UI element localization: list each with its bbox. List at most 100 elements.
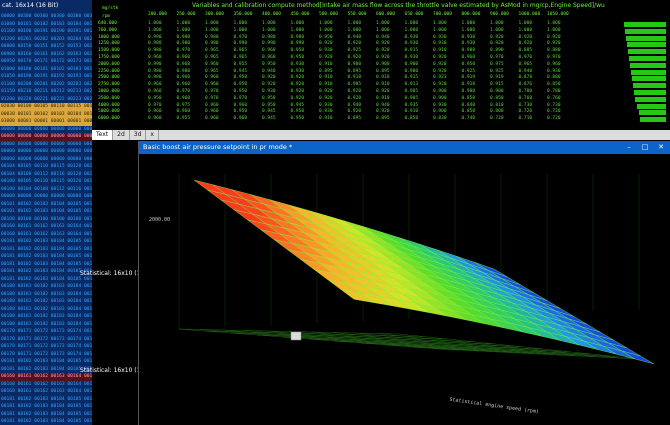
table-cell[interactable]: 0.950 [234, 82, 248, 87]
table-cell[interactable]: 0.960 [205, 109, 219, 114]
table-cell[interactable]: 0.990 [291, 41, 305, 46]
table-cell[interactable]: 0.940 [348, 103, 362, 108]
table-cell[interactable]: 0.876 [519, 82, 533, 87]
table-cell[interactable]: 0.935 [405, 103, 419, 108]
table-cell[interactable]: 0.920 [348, 96, 362, 101]
table-cell[interactable]: 0.970 [234, 35, 248, 40]
table-cell[interactable]: 0.920 [348, 41, 362, 46]
table-cell[interactable]: 0.960 [205, 82, 219, 87]
table-cell[interactable]: 0.920 [291, 89, 305, 94]
table-cell[interactable]: 0.965 [519, 62, 533, 67]
table-cell[interactable]: 0.960 [547, 62, 561, 67]
table-cell[interactable]: 0.880 [547, 48, 561, 53]
table-cell[interactable]: 0.740 [462, 116, 476, 121]
table-cell[interactable]: 0.950 [234, 109, 248, 114]
table-cell[interactable]: 0.950 [462, 62, 476, 67]
table-cell[interactable]: 0.960 [262, 55, 276, 60]
table-cell[interactable]: 0.920 [433, 62, 447, 67]
table-cell[interactable]: 0.760 [547, 96, 561, 101]
table-cell[interactable]: 0.760 [519, 96, 533, 101]
table-cell[interactable]: 0.980 [148, 48, 162, 53]
table-cell[interactable]: 1.000 [405, 21, 419, 26]
minimize-button[interactable]: – [623, 141, 635, 154]
table-cell[interactable]: 0.920 [376, 89, 390, 94]
table-cell[interactable]: 0.920 [348, 89, 362, 94]
table-cell[interactable]: 0.923 [433, 75, 447, 80]
table-cell[interactable]: 0.960 [177, 82, 191, 87]
table-cell[interactable]: 0.920 [433, 82, 447, 87]
table-cell[interactable]: 1.000 [234, 21, 248, 26]
table-cell[interactable]: 0.710 [519, 116, 533, 121]
table-cell[interactable]: 0.910 [319, 82, 333, 87]
table-cell[interactable]: 1.000 [490, 28, 504, 33]
table-cell[interactable]: 0.920 [291, 96, 305, 101]
table-cell[interactable]: 0.720 [547, 116, 561, 121]
table-cell[interactable]: 1.000 [462, 21, 476, 26]
selected-cell-marker[interactable] [290, 331, 302, 341]
table-cell[interactable]: 0.965 [234, 55, 248, 60]
table-cell[interactable]: 0.970 [490, 55, 504, 60]
hex-lines[interactable]: 00000 00300 00300 00300 00300 00300 01080… [0, 13, 92, 425]
table-cell[interactable]: 0.930 [319, 103, 333, 108]
table-cell[interactable]: 0.920 [291, 75, 305, 80]
table-cell[interactable]: 1.000 [262, 21, 276, 26]
table-cell[interactable]: 0.895 [319, 69, 333, 74]
table-cell[interactable]: 0.980 [205, 35, 219, 40]
table-cell[interactable]: 0.940 [376, 35, 390, 40]
table-cell[interactable]: 0.919 [490, 75, 504, 80]
table-cell[interactable]: 0.960 [262, 48, 276, 53]
table-cell[interactable]: 1.000 [348, 28, 362, 33]
table-cell[interactable]: 0.920 [547, 41, 561, 46]
table-cell[interactable]: 0.918 [376, 75, 390, 80]
table-cell[interactable]: 0.925 [348, 48, 362, 53]
table-cell[interactable]: 0.965 [205, 48, 219, 53]
table-cell[interactable]: 0.920 [519, 35, 533, 40]
table-cell[interactable]: 0.940 [262, 69, 276, 74]
table-cell[interactable]: 1.000 [205, 28, 219, 33]
table-cell[interactable]: 0.900 [405, 69, 419, 74]
table-cell[interactable]: 0.958 [291, 48, 305, 53]
table-cell[interactable]: 0.730 [547, 103, 561, 108]
table-cell[interactable]: 0.850 [547, 82, 561, 87]
table-cell[interactable]: 0.895 [348, 116, 362, 121]
table-cell[interactable]: 0.970 [234, 96, 248, 101]
table-cell[interactable]: 0.975 [490, 62, 504, 67]
table-cell[interactable]: 0.960 [205, 75, 219, 80]
table-cell[interactable]: 0.880 [547, 75, 561, 80]
table-cell[interactable]: 0.915 [490, 82, 504, 87]
table-cell[interactable]: 0.980 [291, 35, 305, 40]
maximize-button[interactable]: □ [639, 141, 651, 154]
table-cell[interactable]: 0.720 [490, 116, 504, 121]
table-cell[interactable]: 0.920 [291, 82, 305, 87]
table-cell[interactable]: 1.000 [291, 21, 305, 26]
tab-3d[interactable]: 3d [130, 130, 147, 140]
table-cell[interactable]: 0.895 [376, 116, 390, 121]
table-cell[interactable]: 0.920 [348, 55, 362, 60]
surface-plot[interactable] [139, 154, 670, 425]
table-cell[interactable]: 0.850 [462, 109, 476, 114]
table-cell[interactable]: 0.850 [462, 96, 476, 101]
table-cell[interactable]: 0.965 [205, 69, 219, 74]
table-cell[interactable]: 0.990 [148, 35, 162, 40]
table-cell[interactable]: 0.930 [462, 35, 476, 40]
table-cell[interactable]: 0.950 [148, 96, 162, 101]
table-cell[interactable]: 0.920 [319, 89, 333, 94]
table-cell[interactable]: 0.730 [519, 103, 533, 108]
table-cell[interactable]: 0.910 [319, 75, 333, 80]
table-cell[interactable]: 0.810 [490, 103, 504, 108]
table-cell[interactable]: 0.980 [262, 35, 276, 40]
table-cell[interactable]: 1.000 [234, 28, 248, 33]
table-cell[interactable]: 0.900 [462, 48, 476, 53]
table-cell[interactable]: 1.000 [547, 28, 561, 33]
table-cell[interactable]: 0.930 [319, 109, 333, 114]
table-cell[interactable]: 1.000 [148, 21, 162, 26]
table-cell[interactable]: 0.960 [234, 116, 248, 121]
table-cell[interactable]: 0.960 [177, 75, 191, 80]
table-cell[interactable]: 1.000 [433, 28, 447, 33]
table-cell[interactable]: 1.000 [490, 21, 504, 26]
window-title-bar[interactable]: Basic boost air pressure setpoint in pr … [139, 141, 670, 154]
table-cell[interactable]: 0.940 [519, 69, 533, 74]
tab-close[interactable]: x [146, 130, 159, 140]
table-cell[interactable]: 0.980 [148, 41, 162, 46]
table-cell[interactable]: 0.780 [547, 89, 561, 94]
